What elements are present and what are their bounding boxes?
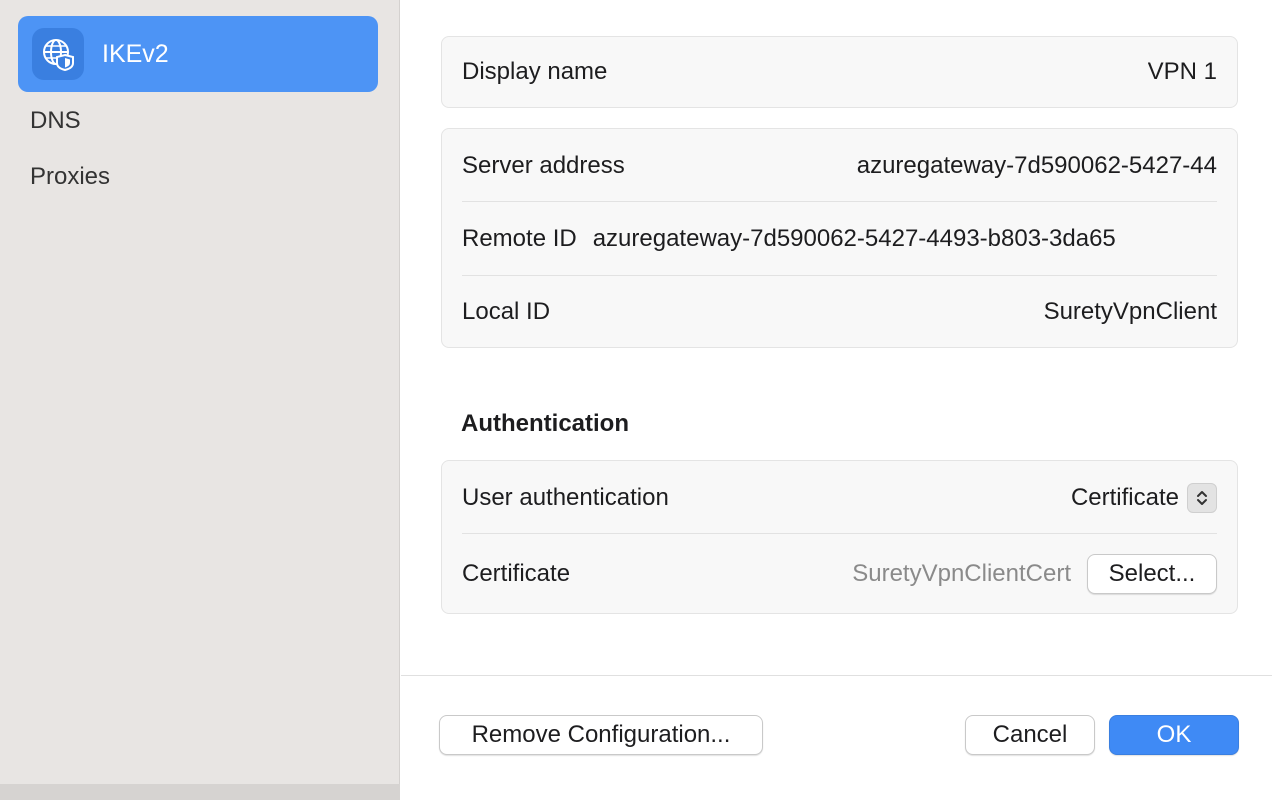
certificate-row: Certificate SuretyVpnClientCert Select..… (442, 534, 1237, 614)
display-name-group: Display name VPN 1 (441, 36, 1238, 108)
server-address-row: Server address azuregateway-7d590062-542… (442, 129, 1237, 202)
authentication-heading: Authentication (461, 410, 629, 437)
chevron-up-down-icon (1187, 482, 1217, 513)
user-auth-row: User authentication Certificate (442, 461, 1237, 534)
sidebar-item-proxies[interactable]: Proxies (30, 163, 110, 191)
local-id-label: Local ID (462, 298, 551, 325)
server-address-field[interactable]: azuregateway-7d590062-5427-44 (857, 152, 1217, 180)
display-name-row: Display name VPN 1 (442, 37, 1237, 107)
certificate-label: Certificate (462, 560, 571, 587)
ok-button[interactable]: OK (1109, 715, 1239, 755)
user-auth-select[interactable]: Certificate (1070, 482, 1217, 513)
main-panel: Display name VPN 1 Server address azureg… (401, 0, 1272, 800)
certificate-value: SuretyVpnClientCert (852, 560, 1071, 587)
select-certificate-button[interactable]: Select... (1087, 554, 1217, 594)
remote-id-row: Remote ID azuregateway-7d590062-5427-449… (442, 202, 1237, 276)
cancel-button[interactable]: Cancel (965, 715, 1095, 755)
user-auth-value: Certificate (1070, 483, 1179, 511)
display-name-field[interactable]: VPN 1 (1148, 58, 1217, 86)
sidebar: IKEv2 DNS Proxies (0, 0, 400, 800)
display-name-label: Display name (462, 58, 608, 85)
remote-id-label: Remote ID (462, 225, 577, 252)
sidebar-item-ikev2[interactable]: IKEv2 (18, 16, 378, 92)
sidebar-item-label: IKEv2 (102, 39, 169, 68)
authentication-group: User authentication Certificate Certific… (441, 460, 1238, 614)
background-window-edge (0, 784, 400, 800)
sidebar-item-dns[interactable]: DNS (30, 107, 81, 135)
local-id-row: Local ID SuretyVpnClient (442, 276, 1237, 348)
local-id-field[interactable]: SuretyVpnClient (1044, 298, 1217, 326)
footer-divider (401, 675, 1272, 676)
globe-shield-icon (32, 28, 84, 80)
server-group: Server address azuregateway-7d590062-542… (441, 128, 1238, 348)
user-auth-label: User authentication (462, 483, 669, 511)
remote-id-field[interactable]: azuregateway-7d590062-5427-4493-b803-3da… (593, 225, 1116, 253)
remove-configuration-button[interactable]: Remove Configuration... (439, 715, 763, 755)
server-address-label: Server address (462, 151, 625, 179)
